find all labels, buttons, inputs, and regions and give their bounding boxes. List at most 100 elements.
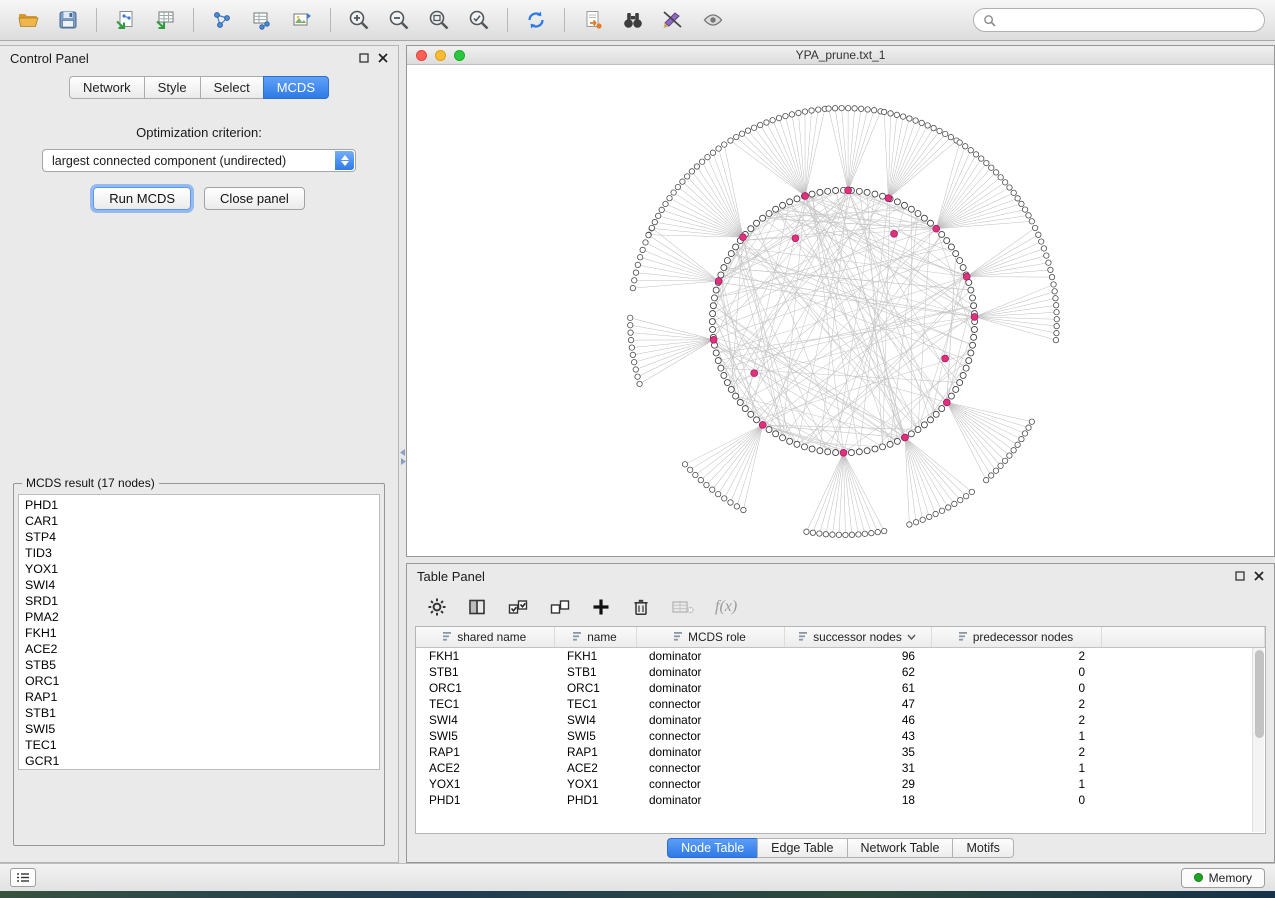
column-header[interactable]: predecessor nodes: [931, 627, 1101, 647]
table-cell[interactable]: 18: [784, 792, 931, 808]
result-node-item[interactable]: GCR1: [25, 753, 379, 769]
table-cell[interactable]: FKH1: [554, 647, 636, 664]
tab-style[interactable]: Style: [144, 76, 200, 99]
table-cell[interactable]: 1: [931, 728, 1101, 744]
table-row[interactable]: FKH1FKH1dominator962: [416, 647, 1265, 664]
open-file-button[interactable]: [10, 5, 46, 35]
table-cell[interactable]: 43: [784, 728, 931, 744]
table-cell[interactable]: 61: [784, 680, 931, 696]
table-cell[interactable]: dominator: [636, 744, 784, 760]
close-window-icon[interactable]: [416, 50, 427, 61]
table-scrollbar-thumb[interactable]: [1255, 650, 1264, 738]
table-cell[interactable]: RAP1: [554, 744, 636, 760]
close-panel-icon[interactable]: [1254, 571, 1264, 581]
task-history-button[interactable]: [10, 868, 36, 887]
table-cell[interactable]: SWI5: [554, 728, 636, 744]
result-node-item[interactable]: FKH1: [25, 625, 379, 641]
column-header[interactable]: name: [554, 627, 636, 647]
search-input[interactable]: [1002, 13, 1255, 27]
table-cell[interactable]: connector: [636, 728, 784, 744]
table-cell[interactable]: 2: [931, 712, 1101, 728]
table-cell[interactable]: 35: [784, 744, 931, 760]
export-image-button[interactable]: [284, 5, 320, 35]
memory-button[interactable]: Memory: [1181, 868, 1265, 888]
table-row[interactable]: ACE2ACE2connector311: [416, 760, 1265, 776]
close-panel-icon[interactable]: [378, 53, 388, 63]
delete-column-button[interactable]: [631, 597, 651, 617]
result-node-item[interactable]: SWI5: [25, 721, 379, 737]
table-cell[interactable]: PHD1: [554, 792, 636, 808]
panel-splitter[interactable]: [399, 45, 406, 863]
table-cell[interactable]: 31: [784, 760, 931, 776]
create-column-button[interactable]: [591, 597, 611, 617]
table-cell[interactable]: dominator: [636, 680, 784, 696]
maximize-window-icon[interactable]: [454, 50, 465, 61]
table-scrollbar[interactable]: [1252, 648, 1264, 832]
table-cell[interactable]: TEC1: [554, 696, 636, 712]
table-cell[interactable]: SWI4: [554, 712, 636, 728]
table-cell[interactable]: RAP1: [416, 744, 554, 760]
result-node-item[interactable]: SWI4: [25, 577, 379, 593]
zoom-out-button[interactable]: [381, 5, 417, 35]
search-network-button[interactable]: [615, 5, 651, 35]
table-cell[interactable]: dominator: [636, 647, 784, 664]
table-cell[interactable]: 0: [931, 792, 1101, 808]
network-canvas[interactable]: [407, 65, 1274, 556]
table-cell[interactable]: 1: [931, 776, 1101, 792]
table-cell[interactable]: connector: [636, 776, 784, 792]
table-cell[interactable]: 0: [931, 664, 1101, 680]
apply-layout-button[interactable]: [518, 5, 554, 35]
table-cell[interactable]: connector: [636, 696, 784, 712]
table-row[interactable]: PHD1PHD1dominator180: [416, 792, 1265, 808]
splitter-handles-icon[interactable]: [400, 449, 406, 465]
network-graph[interactable]: [407, 65, 1274, 556]
result-node-item[interactable]: ACE2: [25, 641, 379, 657]
table-cell[interactable]: ACE2: [416, 760, 554, 776]
table-cell[interactable]: YOX1: [416, 776, 554, 792]
import-network-button[interactable]: [107, 5, 143, 35]
table-cell[interactable]: SWI4: [416, 712, 554, 728]
mcds-result-list[interactable]: PHD1CAR1STP4TID3YOX1SWI4SRD1PMA2FKH1ACE2…: [18, 494, 380, 770]
criterion-dropdown[interactable]: largest connected component (undirected): [42, 149, 356, 172]
float-window-icon[interactable]: [1235, 571, 1245, 581]
result-node-item[interactable]: TID3: [25, 545, 379, 561]
save-session-button[interactable]: [50, 5, 86, 35]
table-row[interactable]: TEC1TEC1connector472: [416, 696, 1265, 712]
zoom-fit-button[interactable]: [421, 5, 457, 35]
visual-properties-button[interactable]: [655, 5, 691, 35]
result-node-item[interactable]: ORC1: [25, 673, 379, 689]
column-header[interactable]: successor nodes: [784, 627, 931, 647]
result-node-item[interactable]: TEC1: [25, 737, 379, 753]
table-cell[interactable]: ORC1: [554, 680, 636, 696]
result-node-item[interactable]: PHD1: [25, 497, 379, 513]
result-node-item[interactable]: CAR1: [25, 513, 379, 529]
table-cell[interactable]: SWI5: [416, 728, 554, 744]
table-cell[interactable]: 47: [784, 696, 931, 712]
table-cell[interactable]: ORC1: [416, 680, 554, 696]
copy-document-button[interactable]: [575, 5, 611, 35]
table-cell[interactable]: STB1: [416, 664, 554, 680]
tab-network-table[interactable]: Network Table: [847, 838, 953, 858]
tab-node-table[interactable]: Node Table: [667, 838, 757, 858]
table-cell[interactable]: PHD1: [416, 792, 554, 808]
hide-column-button[interactable]: [671, 598, 695, 616]
table-row[interactable]: STB1STB1dominator620: [416, 664, 1265, 680]
zoom-in-button[interactable]: [341, 5, 377, 35]
tab-edge-table[interactable]: Edge Table: [757, 838, 846, 858]
table-cell[interactable]: 96: [784, 647, 931, 664]
toolbar-search[interactable]: [973, 8, 1265, 32]
table-cell[interactable]: TEC1: [416, 696, 554, 712]
export-table-button[interactable]: [244, 5, 280, 35]
select-all-rows-button[interactable]: [507, 597, 529, 617]
table-cell[interactable]: 2: [931, 744, 1101, 760]
column-header[interactable]: MCDS role: [636, 627, 784, 647]
minimize-window-icon[interactable]: [435, 50, 446, 61]
table-cell[interactable]: 29: [784, 776, 931, 792]
show-hide-button[interactable]: [695, 5, 731, 35]
column-header[interactable]: shared name: [416, 627, 554, 647]
tab-select[interactable]: Select: [200, 76, 263, 99]
result-node-item[interactable]: YOX1: [25, 561, 379, 577]
table-row[interactable]: ORC1ORC1dominator610: [416, 680, 1265, 696]
result-node-item[interactable]: STB5: [25, 657, 379, 673]
table-cell[interactable]: connector: [636, 760, 784, 776]
